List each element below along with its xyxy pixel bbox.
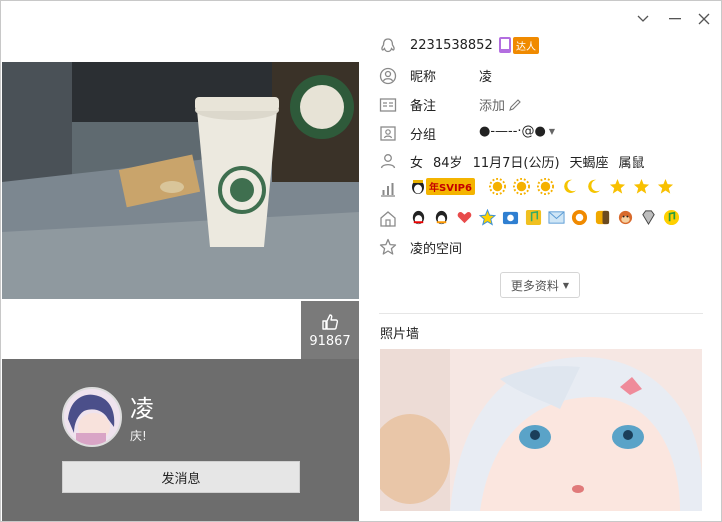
chevron-down-icon[interactable] <box>635 11 651 27</box>
gender: 女 <box>410 156 424 171</box>
chinese-zodiac: 属鼠 <box>618 156 645 171</box>
dropdown-arrow-icon: ▼ <box>562 280 570 290</box>
photo-wall-image[interactable] <box>380 349 702 511</box>
like-count: 91867 <box>309 334 351 349</box>
heart-icon[interactable] <box>456 209 473 226</box>
photo-wall-title: 照片墙 <box>380 327 420 342</box>
monkey-icon[interactable] <box>617 209 634 226</box>
talent-badge[interactable]: 达人 <box>498 35 539 55</box>
nickname-value: 凌 <box>479 70 493 85</box>
diamond-icon[interactable] <box>640 209 657 226</box>
profile-window: 91867 凌 庆! 发消息 2231538852 达人 昵称 凌 备注 添加 … <box>0 0 722 522</box>
person-icon <box>380 154 396 169</box>
star-icon <box>633 178 650 194</box>
zodiac: 天蝎座 <box>569 156 609 171</box>
home-icon <box>380 211 396 227</box>
mail-icon[interactable] <box>548 209 565 226</box>
qq-penguin-icon[interactable] <box>433 209 450 226</box>
qzone-link[interactable]: 凌的空间 <box>410 238 462 257</box>
bar-chart-icon <box>381 183 395 197</box>
music-note-icon[interactable] <box>663 209 680 226</box>
penguin-icon <box>381 38 395 53</box>
basic-info: 女 84岁 11月7日(公历) 天蝎座 属鼠 <box>410 152 645 171</box>
camera-icon[interactable] <box>502 209 519 226</box>
card-footer: 凌 庆! 发消息 <box>2 359 359 521</box>
sun-icon <box>536 178 554 195</box>
user-circle-icon <box>379 67 397 85</box>
cover-spacer <box>2 299 301 359</box>
qq-penguin-icon[interactable] <box>410 209 427 226</box>
group-value: ●-—--·@● <box>479 124 546 139</box>
star-icon <box>657 178 674 194</box>
signature: 庆! <box>130 429 147 443</box>
section-divider <box>379 313 703 314</box>
more-info-button[interactable]: 更多资料 ▼ <box>500 272 580 298</box>
phone-icon <box>499 37 511 53</box>
service-icons <box>410 209 683 226</box>
close-icon[interactable] <box>696 11 712 27</box>
music-icon[interactable] <box>525 209 542 226</box>
thumbs-up-icon <box>322 314 339 330</box>
add-remark-label: 添加 <box>479 99 506 114</box>
wallet-icon[interactable] <box>594 209 611 226</box>
penguin-vip-icon <box>412 179 424 194</box>
svip-label: 年SVIP6 <box>426 178 475 195</box>
level-row: 年SVIP6 <box>410 178 677 195</box>
age: 84岁 <box>433 156 463 171</box>
remark-label: 备注 <box>410 99 437 114</box>
sun-icon <box>512 178 530 195</box>
coin-icon[interactable] <box>571 209 588 226</box>
sun-icon <box>488 178 506 195</box>
add-remark-button[interactable]: 添加 <box>479 95 522 114</box>
star-outline-icon <box>379 238 397 255</box>
group-label: 分组 <box>410 128 437 143</box>
send-message-button[interactable]: 发消息 <box>62 461 300 493</box>
profile-card: 91867 凌 庆! 发消息 <box>1 1 359 521</box>
star-badge-icon[interactable] <box>479 209 496 226</box>
svip-badge[interactable]: 年SVIP6 <box>410 178 475 195</box>
moon-icon <box>564 179 577 193</box>
group-icon <box>380 126 396 141</box>
birthday: 11月7日(公历) <box>472 156 560 171</box>
avatar[interactable] <box>62 387 122 447</box>
qq-number: 2231538852 <box>410 38 493 53</box>
dropdown-arrow-icon: ▼ <box>548 127 556 136</box>
pencil-icon <box>509 98 521 111</box>
minimize-icon[interactable] <box>667 11 683 27</box>
talent-label: 达人 <box>513 36 539 54</box>
star-icon <box>609 178 626 194</box>
display-name: 凌 <box>130 395 154 423</box>
nickname-label: 昵称 <box>410 70 437 85</box>
moon-icon <box>588 179 601 193</box>
like-button[interactable]: 91867 <box>301 301 359 359</box>
cover-photo <box>2 62 359 299</box>
more-info-label: 更多资料 <box>510 278 559 293</box>
card-icon <box>379 98 397 112</box>
group-dropdown[interactable]: ●-—--·@● ▼ <box>479 124 555 139</box>
